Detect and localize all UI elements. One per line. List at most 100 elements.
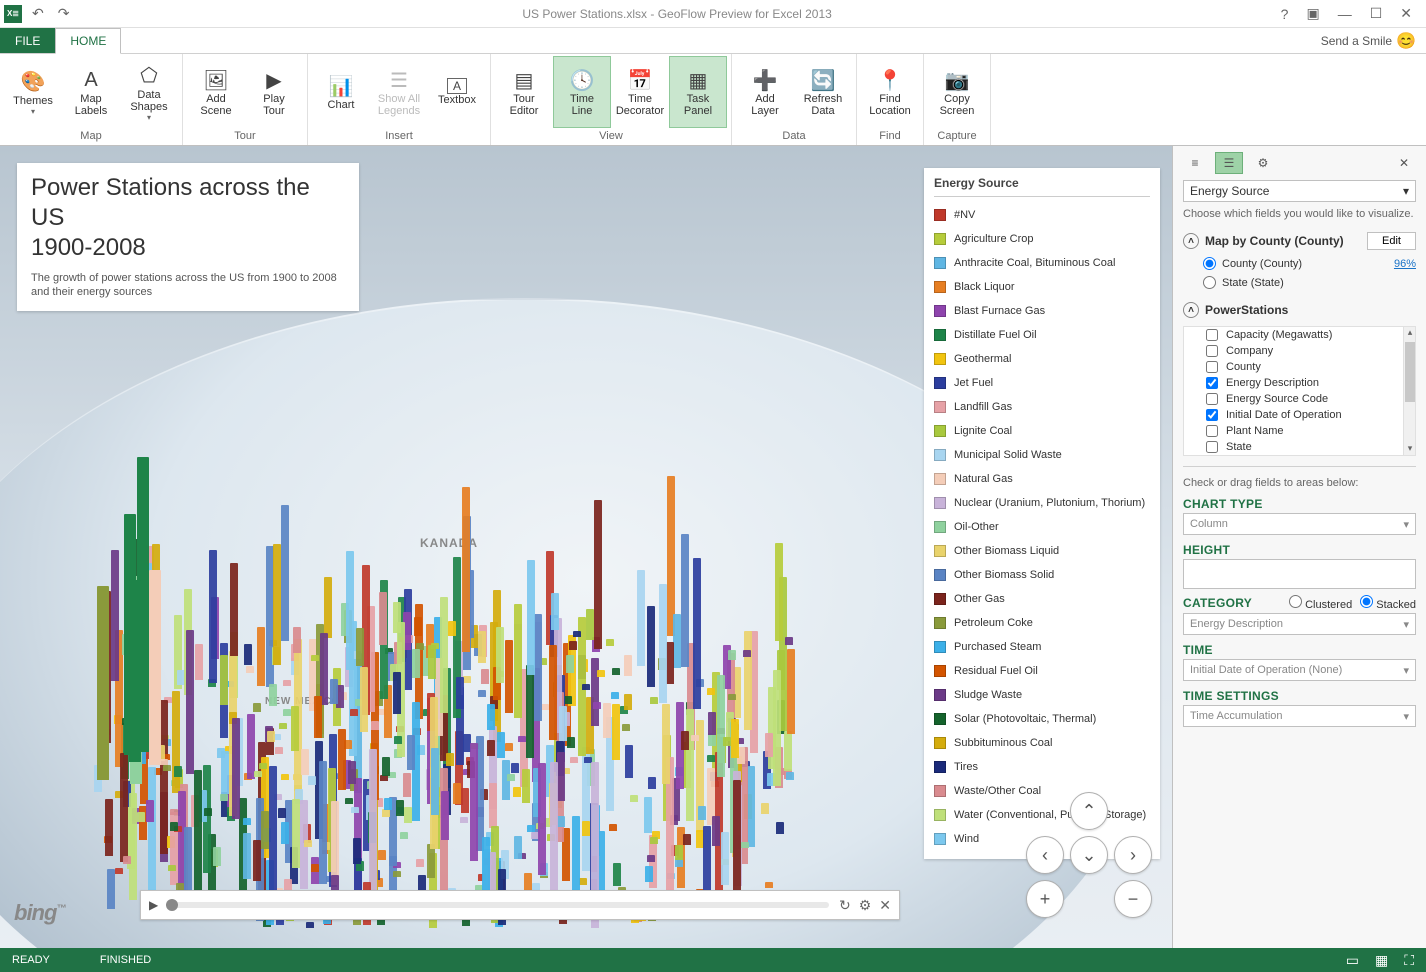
- stacked-option[interactable]: Stacked: [1360, 595, 1416, 611]
- legend-panel[interactable]: Energy Source #NVAgriculture CropAnthrac…: [924, 168, 1160, 859]
- field-checkbox[interactable]: [1206, 361, 1218, 373]
- geo-county-row[interactable]: County (County) 96%: [1173, 254, 1426, 273]
- field-checkbox[interactable]: [1206, 345, 1218, 357]
- timeline-close-icon[interactable]: ✕: [879, 897, 891, 914]
- legend-item[interactable]: Subbituminous Coal: [934, 731, 1150, 755]
- find-location-button[interactable]: 📍Find Location: [861, 56, 919, 128]
- map-labels-button[interactable]: AMap Labels: [62, 56, 120, 128]
- undo-icon[interactable]: ↶: [28, 3, 48, 24]
- task-panel-button[interactable]: ▦Task Panel: [669, 56, 727, 128]
- legend-item[interactable]: Agriculture Crop: [934, 227, 1150, 251]
- field-row[interactable]: County: [1184, 359, 1415, 375]
- field-checkbox[interactable]: [1206, 441, 1218, 453]
- clustered-option[interactable]: Clustered: [1289, 595, 1352, 611]
- maximize-icon[interactable]: ☐: [1366, 3, 1387, 24]
- scroll-up-icon[interactable]: ▴: [1404, 327, 1416, 339]
- play-tour-button[interactable]: ▶Play Tour: [245, 56, 303, 128]
- collapse-icon[interactable]: ˄: [1183, 233, 1199, 249]
- fields-section-header[interactable]: ˄ PowerStations: [1173, 298, 1426, 322]
- add-layer-button[interactable]: ➕Add Layer: [736, 56, 794, 128]
- timeline-settings-icon[interactable]: ⚙: [859, 897, 872, 914]
- field-checkbox[interactable]: [1206, 425, 1218, 437]
- time-line-button[interactable]: 🕓Time Line: [553, 56, 611, 128]
- pan-right-button[interactable]: ›: [1114, 836, 1152, 874]
- map-by-section-header[interactable]: ˄ Map by County (County) Edit: [1173, 228, 1426, 254]
- status-view-normal-icon[interactable]: ▭: [1346, 952, 1359, 969]
- time-settings-select[interactable]: Time Accumulation▾: [1183, 705, 1416, 727]
- timeline-loop-icon[interactable]: ↻: [839, 897, 851, 914]
- tab-file[interactable]: FILE: [0, 28, 55, 53]
- geo-state-row[interactable]: State (State): [1173, 273, 1426, 292]
- pan-left-button[interactable]: ‹: [1026, 836, 1064, 874]
- scroll-thumb[interactable]: [1405, 342, 1415, 402]
- minimize-icon[interactable]: —: [1334, 4, 1356, 24]
- fields-scrollbar[interactable]: ▴ ▾: [1403, 327, 1415, 455]
- field-checkbox[interactable]: [1206, 377, 1218, 389]
- legend-item[interactable]: Anthracite Coal, Bituminous Coal: [934, 251, 1150, 275]
- timeline-thumb[interactable]: [166, 899, 178, 911]
- close-icon[interactable]: ✕: [1396, 3, 1416, 24]
- map-title-overlay[interactable]: Power Stations across the US 1900-2008 T…: [17, 163, 359, 311]
- textbox-button[interactable]: ATextbox: [428, 56, 486, 128]
- ribbon-display-icon[interactable]: ▣: [1302, 3, 1323, 24]
- field-row[interactable]: Energy Description: [1184, 375, 1415, 391]
- tilt-up-button[interactable]: ⌃: [1070, 792, 1108, 830]
- field-row[interactable]: Energy Source Code: [1184, 391, 1415, 407]
- legend-item[interactable]: Oil-Other: [934, 515, 1150, 539]
- legend-item[interactable]: Other Gas: [934, 587, 1150, 611]
- zoom-out-button[interactable]: −: [1114, 880, 1152, 918]
- geo-match-percent[interactable]: 96%: [1394, 258, 1416, 270]
- legend-item[interactable]: Sludge Waste: [934, 683, 1150, 707]
- height-drop-area[interactable]: [1183, 559, 1416, 589]
- themes-button[interactable]: 🎨Themes▾: [4, 56, 62, 128]
- geo-state-radio[interactable]: [1203, 276, 1216, 289]
- task-panel-close-icon[interactable]: ✕: [1390, 152, 1418, 174]
- legend-item[interactable]: Lignite Coal: [934, 419, 1150, 443]
- tilt-down-button[interactable]: ⌄: [1070, 836, 1108, 874]
- send-a-smile[interactable]: Send a Smile 😊: [1311, 28, 1426, 53]
- copy-screen-button[interactable]: 📷Copy Screen: [928, 56, 986, 128]
- zoom-in-button[interactable]: +: [1026, 880, 1064, 918]
- field-checkbox[interactable]: [1206, 393, 1218, 405]
- redo-icon[interactable]: ↷: [54, 3, 74, 24]
- legend-item[interactable]: Other Biomass Solid: [934, 563, 1150, 587]
- legend-item[interactable]: Tires: [934, 755, 1150, 779]
- layer-select[interactable]: Energy Source ▾: [1183, 180, 1416, 202]
- legend-item[interactable]: Geothermal: [934, 347, 1150, 371]
- status-view-fullscreen-icon[interactable]: ⛶: [1404, 952, 1414, 969]
- legend-item[interactable]: Municipal Solid Waste: [934, 443, 1150, 467]
- field-row[interactable]: Initial Date of Operation: [1184, 407, 1415, 423]
- legend-item[interactable]: Distillate Fuel Oil: [934, 323, 1150, 347]
- legend-item[interactable]: Nuclear (Uranium, Plutonium, Thorium): [934, 491, 1150, 515]
- time-decorator-button[interactable]: 📅Time Decorator: [611, 56, 669, 128]
- collapse-icon[interactable]: ˄: [1183, 302, 1199, 318]
- map-canvas[interactable]: KANADA NEW MEXICO Power Stations across …: [0, 146, 1172, 948]
- timeline-control[interactable]: ▶ ↻ ⚙ ✕: [140, 890, 900, 920]
- field-checkbox[interactable]: [1206, 329, 1218, 341]
- legend-item[interactable]: Blast Furnace Gas: [934, 299, 1150, 323]
- field-row[interactable]: Company: [1184, 343, 1415, 359]
- field-row[interactable]: Plant Name: [1184, 423, 1415, 439]
- help-icon[interactable]: ?: [1277, 4, 1293, 24]
- legend-item[interactable]: Petroleum Coke: [934, 611, 1150, 635]
- show-all-legends-button[interactable]: ☰Show All Legends: [370, 56, 428, 128]
- refresh-data-button[interactable]: 🔄Refresh Data: [794, 56, 852, 128]
- legend-item[interactable]: Purchased Steam: [934, 635, 1150, 659]
- edit-button[interactable]: Edit: [1367, 232, 1416, 250]
- legend-item[interactable]: Natural Gas: [934, 467, 1150, 491]
- tour-editor-button[interactable]: ▤Tour Editor: [495, 56, 553, 128]
- task-panel-settings-icon[interactable]: ⚙: [1249, 152, 1277, 174]
- add-scene-button[interactable]: 🖼Add Scene: [187, 56, 245, 128]
- task-panel-fields-icon[interactable]: ☰: [1215, 152, 1243, 174]
- chart-type-select[interactable]: Column▾: [1183, 513, 1416, 535]
- legend-item[interactable]: Jet Fuel: [934, 371, 1150, 395]
- field-checkbox[interactable]: [1206, 409, 1218, 421]
- time-select[interactable]: Initial Date of Operation (None)▾: [1183, 659, 1416, 681]
- legend-item[interactable]: Solar (Photovoltaic, Thermal): [934, 707, 1150, 731]
- field-row[interactable]: Capacity (Megawatts): [1184, 327, 1415, 343]
- legend-item[interactable]: Other Biomass Liquid: [934, 539, 1150, 563]
- field-row[interactable]: State: [1184, 439, 1415, 455]
- timeline-play-button[interactable]: ▶: [149, 898, 166, 912]
- legend-item[interactable]: Black Liquor: [934, 275, 1150, 299]
- legend-item[interactable]: #NV: [934, 203, 1150, 227]
